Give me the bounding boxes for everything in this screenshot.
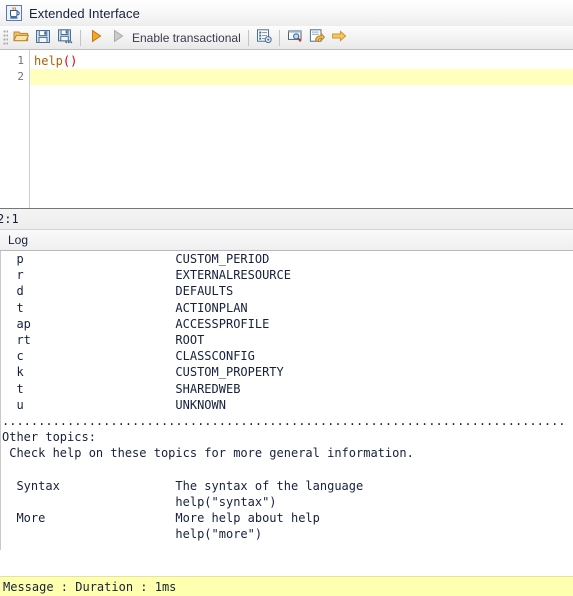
log-output[interactable]: p CUSTOM_PERIOD r EXTERNALRESOURCE d DEF… <box>0 251 573 550</box>
log-line: help("more") <box>2 527 263 542</box>
message-text: Message : Duration : 1ms <box>3 579 177 594</box>
arrow-right-icon <box>331 28 347 47</box>
folder-open-icon <box>13 28 30 47</box>
line-number-gutter: 1 2 <box>0 50 30 208</box>
editor-status-bar: 2:1 <box>0 208 573 230</box>
log-line: r EXTERNALRESOURCE <box>2 268 291 283</box>
title-bar: Extended Interface <box>0 0 573 26</box>
run-step-button[interactable] <box>107 28 129 48</box>
toolbar-grip[interactable] <box>3 29 8 46</box>
log-line: rt ROOT <box>2 332 205 347</box>
java-cup-icon <box>6 5 22 21</box>
toolbar: Enable transactional <box>0 26 573 50</box>
line-number: 1 <box>17 54 24 67</box>
code-line[interactable]: help() <box>30 53 573 69</box>
log-line: c CLASSCONFIG <box>2 349 255 364</box>
toolbar-separator-1 <box>80 29 81 46</box>
window-title: Extended Interface <box>29 5 140 21</box>
run-step-icon <box>110 28 126 47</box>
toolbar-separator-2 <box>247 29 249 46</box>
properties-button[interactable] <box>253 28 275 48</box>
message-bar: Message : Duration : 1ms <box>0 576 573 596</box>
run-icon <box>88 28 104 47</box>
open-button[interactable] <box>10 28 32 48</box>
log-line: t ACTIONPLAN <box>2 300 248 315</box>
save-icon <box>35 28 51 47</box>
log-line: p CUSTOM_PERIOD <box>2 252 270 266</box>
export-icon <box>309 28 325 47</box>
code-area[interactable]: help() <box>30 50 573 208</box>
log-line: More More help about help <box>2 511 320 525</box>
log-line: ........................................… <box>2 413 566 428</box>
inspect-button[interactable] <box>284 28 306 48</box>
next-button[interactable] <box>328 28 350 48</box>
log-line: Syntax The syntax of the language <box>2 478 364 493</box>
code-token-parens: () <box>62 54 78 68</box>
log-line: ap ACCESSPROFILE <box>2 316 270 331</box>
transactional-label[interactable]: Enable transactional <box>129 31 244 45</box>
log-line: u UNKNOWN <box>2 397 226 412</box>
toolbar-separator-3 <box>278 29 280 46</box>
inspect-icon <box>287 28 303 47</box>
line-number: 2 <box>17 70 24 83</box>
properties-icon <box>256 28 272 47</box>
run-button[interactable] <box>85 28 107 48</box>
save-as-button[interactable] <box>54 28 76 48</box>
log-line: t SHAREDWEB <box>2 381 241 396</box>
log-line: Check help on these topics for more gene… <box>2 446 414 461</box>
export-button[interactable] <box>306 28 328 48</box>
log-tab-label: Log <box>8 233 29 247</box>
log-line: k CUSTOM_PROPERTY <box>2 365 284 380</box>
cursor-position: 2:1 <box>0 212 19 226</box>
log-line: d DEFAULTS <box>2 284 234 299</box>
code-editor[interactable]: 1 2 help() <box>0 50 573 208</box>
log-tab[interactable]: Log <box>0 230 573 251</box>
code-token-function: help <box>34 54 63 68</box>
save-as-icon <box>57 28 73 47</box>
log-line: Other topics: <box>2 430 96 445</box>
save-button[interactable] <box>32 28 54 48</box>
code-line-current[interactable] <box>30 69 573 85</box>
log-line: help("syntax") <box>2 494 277 509</box>
